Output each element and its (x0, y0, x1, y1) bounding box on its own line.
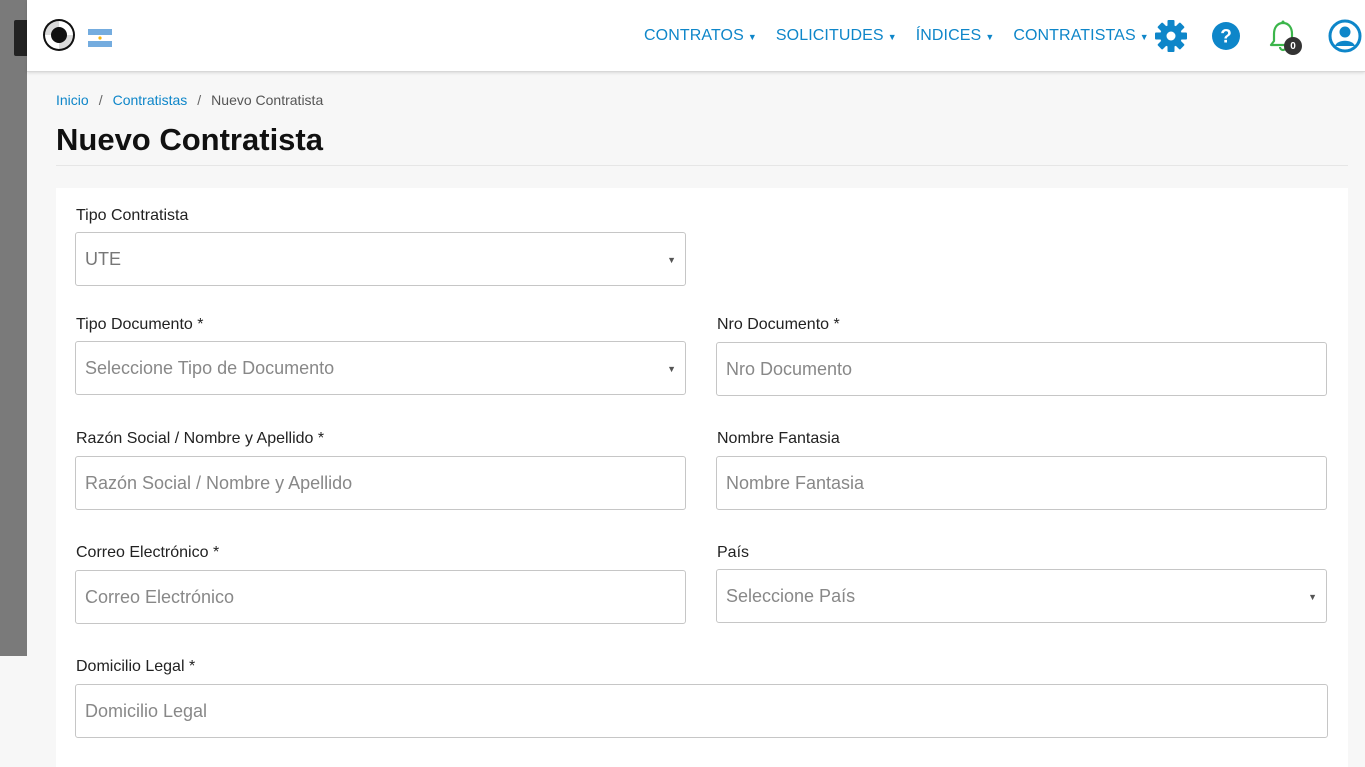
nav-contratos[interactable]: CONTRATOS ▼ (644, 27, 757, 45)
gear-icon (1155, 20, 1187, 52)
breadcrumb-contratistas[interactable]: Contratistas (113, 92, 188, 108)
nombre-fantasia-label: Nombre Fantasia (717, 430, 840, 447)
nombre-fantasia-placeholder: Nombre Fantasia (726, 472, 865, 493)
sidebar-logo-fragment (14, 20, 27, 56)
chevron-down-icon: ▼ (887, 32, 897, 42)
tipo-documento-placeholder: Seleccione Tipo de Documento (85, 357, 335, 378)
nav-solicitudes[interactable]: SOLICITUDES ▼ (776, 27, 897, 45)
main-nav: CONTRATOS ▼ SOLICITUDES ▼ ÍNDICES ▼ CONTRAT… (644, 24, 1168, 48)
pais-placeholder: Seleccione País (726, 585, 856, 606)
chevron-down-icon: ▼ (1308, 592, 1317, 602)
tipo-documento-label: Tipo Documento * (76, 316, 204, 333)
chevron-down-icon: ▼ (667, 255, 676, 265)
chevron-down-icon: ▼ (985, 32, 995, 42)
nav-indices[interactable]: ÍNDICES ▼ (916, 27, 995, 45)
settings-button[interactable] (1153, 18, 1189, 54)
top-header: CONTRATOS ▼ SOLICITUDES ▼ ÍNDICES ▼ CONTRAT… (27, 0, 1365, 72)
correo-label: Correo Electrónico * (76, 544, 220, 561)
nav-contratos-label: CONTRATOS (644, 27, 744, 44)
domicilio-input[interactable]: Domicilio Legal (75, 684, 1328, 738)
tipo-contratista-value: UTE (85, 248, 121, 269)
notifications-button[interactable]: 0 (1265, 18, 1302, 55)
tipo-contratista-select[interactable]: UTE ▼ (75, 232, 686, 286)
chevron-down-icon: ▼ (1139, 32, 1149, 42)
nro-documento-placeholder: Nro Documento (726, 358, 853, 379)
svg-text:?: ? (1220, 27, 1232, 48)
form-card: Tipo Contratista UTE ▼ Tipo Documento * … (56, 188, 1348, 767)
user-icon (1328, 19, 1362, 53)
correo-placeholder: Correo Electrónico (85, 586, 235, 607)
sidebar-strip (0, 0, 27, 656)
tipo-contratista-label: Tipo Contratista (76, 207, 189, 224)
nav-contratistas-label: CONTRATISTAS (1013, 27, 1136, 44)
domicilio-placeholder: Domicilio Legal (85, 700, 208, 721)
user-menu-button[interactable] (1327, 18, 1363, 54)
title-divider (56, 165, 1348, 166)
chevron-down-icon: ▼ (747, 32, 757, 42)
nro-documento-label: Nro Documento * (717, 316, 840, 333)
breadcrumb-home[interactable]: Inicio (56, 92, 89, 108)
nav-indices-label: ÍNDICES (915, 27, 982, 44)
nav-contratistas[interactable]: CONTRATISTAS ▼ (1013, 27, 1148, 45)
page-title: Nuevo Contratista (56, 122, 323, 157)
breadcrumb: Inicio / Contratistas / Nuevo Contratist… (56, 92, 323, 108)
email-field[interactable]: Correo Electrónico (75, 570, 686, 624)
razon-social-label: Razón Social / Nombre y Apellido * (76, 430, 325, 447)
flag-icon (88, 29, 112, 47)
breadcrumb-current: Nuevo Contratista (211, 92, 324, 108)
razon-social-placeholder: Razón Social / Nombre y Apellido (85, 472, 353, 493)
razon-social-input[interactable]: Razón Social / Nombre y Apellido (75, 456, 686, 510)
nombre-fantasia-input[interactable]: Nombre Fantasia (716, 456, 1327, 510)
nro-documento-input[interactable]: Nro Documento (716, 342, 1327, 396)
chevron-down-icon: ▼ (667, 364, 676, 374)
domicilio-label: Domicilio Legal * (76, 658, 196, 675)
logo-icon[interactable] (41, 17, 77, 53)
nav-solicitudes-label: SOLICITUDES (775, 27, 884, 44)
pais-label: País (717, 544, 750, 561)
notification-count-badge: 0 (1284, 37, 1302, 55)
help-icon: ? (1212, 22, 1240, 50)
breadcrumb-separator: / (197, 92, 202, 108)
breadcrumb-separator: / (98, 92, 103, 108)
help-button[interactable]: ? (1208, 18, 1244, 54)
pais-select[interactable]: Seleccione País ▼ (716, 569, 1327, 623)
tipo-documento-select[interactable]: Seleccione Tipo de Documento ▼ (75, 341, 686, 395)
